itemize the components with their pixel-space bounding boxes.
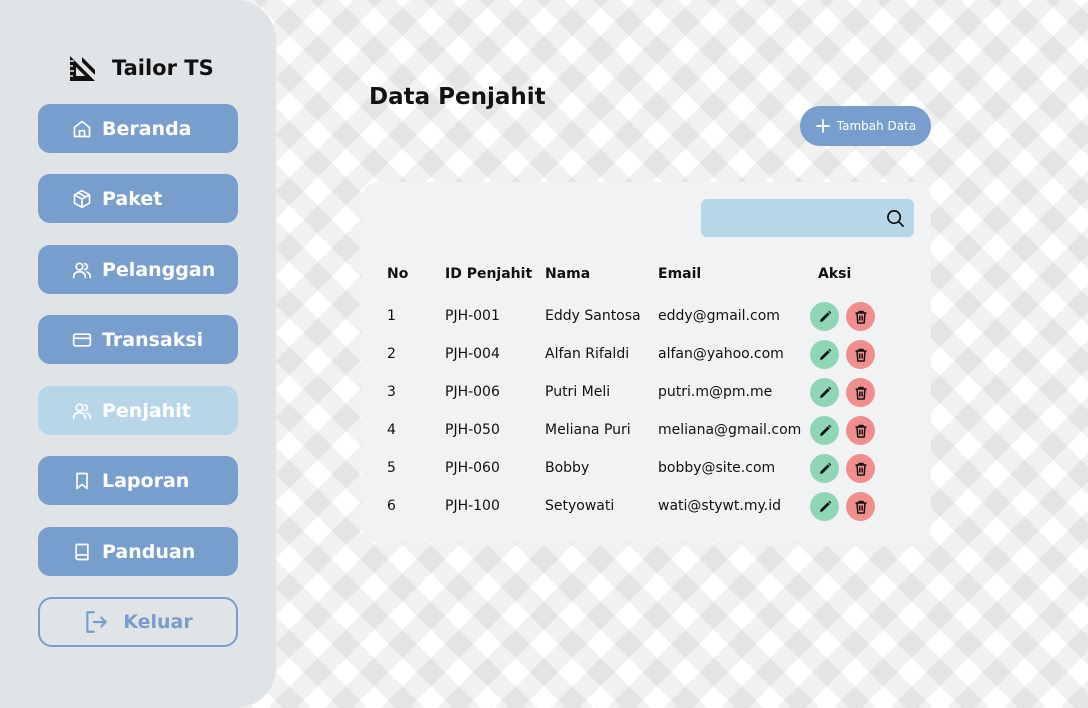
pencil-icon [819, 424, 831, 436]
package-icon [73, 189, 91, 208]
pencil-icon [819, 462, 831, 474]
edit-button[interactable] [810, 454, 839, 483]
data-table-card: No ID Penjahit Nama Email Aksi 1 PJH-001 E… [362, 182, 931, 543]
cell-name: Eddy Santosa [545, 308, 641, 324]
sidebar-item-label: Transaksi [102, 328, 204, 351]
header-id: ID Penjahit [445, 266, 533, 282]
trash-icon [855, 310, 866, 324]
trash-icon [855, 348, 866, 362]
cell-no: 4 [387, 422, 396, 438]
cell-email: wati@stywt.my.id [658, 498, 782, 514]
header-action: Aksi [818, 266, 852, 282]
cell-email: alfan@yahoo.com [658, 346, 784, 362]
delete-button[interactable] [846, 378, 875, 407]
cell-id: PJH-050 [445, 422, 500, 438]
sidebar-item-label: Paket [102, 187, 163, 210]
cell-id: PJH-060 [445, 460, 500, 476]
cell-id: PJH-001 [445, 308, 500, 324]
search-icon[interactable] [886, 209, 905, 228]
cell-email: meliana@gmail.com [658, 422, 802, 438]
brand: Tailor TS [68, 52, 214, 84]
users-icon [72, 403, 92, 419]
pencil-icon [819, 348, 831, 360]
pencil-icon [819, 386, 831, 398]
cell-name: Bobby [545, 460, 590, 476]
sidebar-item-paket[interactable]: Paket [38, 174, 238, 223]
plus-icon [815, 119, 830, 133]
tailor-ruler-icon [70, 56, 95, 81]
page-title: Data Penjahit [369, 84, 546, 110]
search-input[interactable] [711, 204, 881, 232]
search-box [701, 199, 914, 237]
cell-email: putri.m@pm.me [658, 384, 773, 400]
sidebar-item-label: Panduan [102, 540, 196, 563]
cell-name: Meliana Puri [545, 422, 631, 438]
cell-name: Putri Meli [545, 384, 611, 400]
table-row: 2 PJH-004 Alfan Rifaldi alfan@yahoo.com [362, 337, 931, 371]
add-data-button[interactable]: Tambah Data [800, 106, 931, 146]
cell-name: Setyowati [545, 498, 615, 514]
cell-email: bobby@site.com [658, 460, 776, 476]
sidebar-item-label: Beranda [102, 117, 192, 140]
add-data-label: Tambah Data [836, 119, 917, 133]
edit-button[interactable] [810, 492, 839, 521]
users-icon [72, 262, 92, 278]
cell-no: 6 [387, 498, 396, 514]
edit-button[interactable] [810, 302, 839, 331]
sidebar-item-laporan[interactable]: Laporan [38, 456, 238, 505]
header-name: Nama [545, 266, 591, 282]
cell-no: 2 [387, 346, 396, 362]
trash-icon [855, 424, 866, 438]
card-icon [72, 332, 92, 347]
trash-icon [855, 462, 866, 476]
sidebar-item-panduan[interactable]: Panduan [38, 527, 238, 576]
sidebar: Tailor TS Beranda Paket Pelanggan Transa… [0, 0, 276, 708]
delete-button[interactable] [846, 492, 875, 521]
delete-button[interactable] [846, 340, 875, 369]
sidebar-item-label: Pelanggan [102, 258, 216, 281]
table-row: 3 PJH-006 Putri Meli putri.m@pm.me [362, 375, 931, 409]
delete-button[interactable] [846, 416, 875, 445]
sidebar-item-beranda[interactable]: Beranda [38, 104, 238, 153]
logout-label: Keluar [123, 611, 193, 633]
sidebar-item-transaksi[interactable]: Transaksi [38, 315, 238, 364]
cell-no: 3 [387, 384, 396, 400]
delete-button[interactable] [846, 302, 875, 331]
cell-name: Alfan Rifaldi [545, 346, 630, 362]
header-email: Email [658, 266, 702, 282]
edit-button[interactable] [810, 340, 839, 369]
pencil-icon [819, 500, 831, 512]
home-icon [73, 120, 91, 137]
cell-id: PJH-004 [445, 346, 500, 362]
table-row: 1 PJH-001 Eddy Santosa eddy@gmail.com [362, 299, 931, 333]
book-icon [75, 543, 89, 560]
edit-button[interactable] [810, 416, 839, 445]
cell-no: 5 [387, 460, 396, 476]
cell-id: PJH-006 [445, 384, 500, 400]
brand-name: Tailor TS [112, 56, 214, 80]
table-row: 6 PJH-100 Setyowati wati@stywt.my.id [362, 489, 931, 523]
table-row: 5 PJH-060 Bobby bobby@site.com [362, 451, 931, 485]
cell-no: 1 [387, 308, 396, 324]
cell-email: eddy@gmail.com [658, 308, 780, 324]
pencil-icon [819, 310, 831, 322]
table-row: 4 PJH-050 Meliana Puri meliana@gmail.com [362, 413, 931, 447]
logout-button[interactable]: Keluar [38, 597, 238, 647]
trash-icon [855, 386, 866, 400]
edit-button[interactable] [810, 378, 839, 407]
cell-id: PJH-100 [445, 498, 500, 514]
sidebar-item-pelanggan[interactable]: Pelanggan [38, 245, 238, 294]
bookmark-icon [76, 472, 88, 489]
logout-icon [86, 611, 108, 633]
sidebar-item-label: Penjahit [102, 399, 191, 422]
sidebar-item-label: Laporan [102, 469, 190, 492]
sidebar-item-penjahit[interactable]: Penjahit [38, 386, 238, 435]
trash-icon [855, 500, 866, 514]
header-no: No [387, 266, 409, 282]
delete-button[interactable] [846, 454, 875, 483]
